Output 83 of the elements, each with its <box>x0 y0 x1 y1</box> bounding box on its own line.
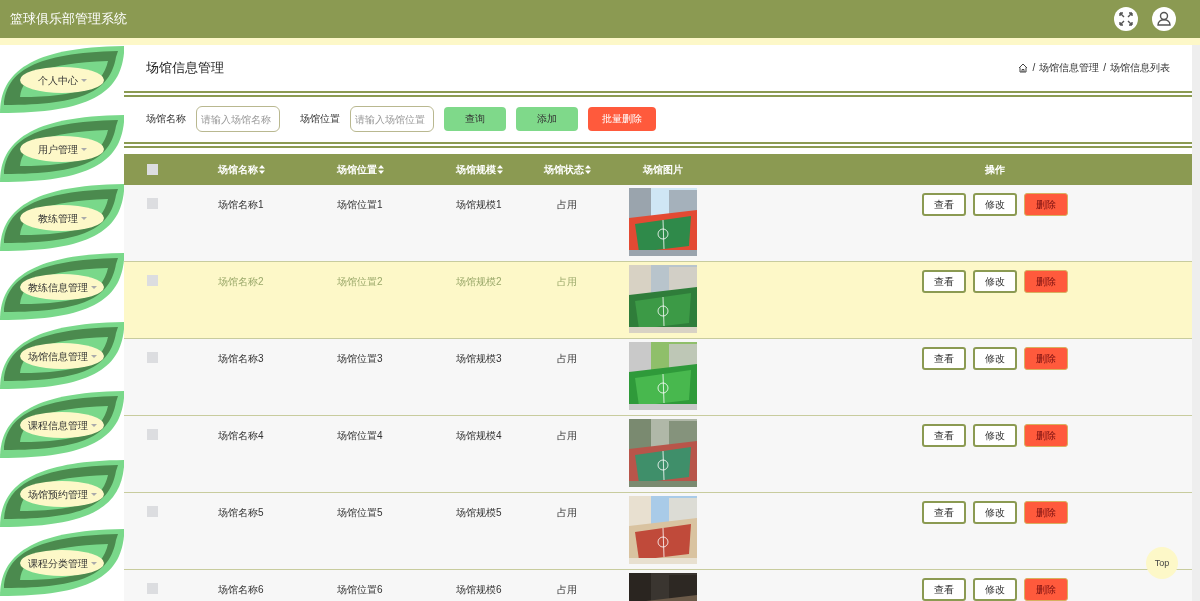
sort-icon[interactable] <box>378 165 384 174</box>
table-cell: 场馆规模3 <box>456 353 502 364</box>
table-cell: 占用 <box>557 584 577 595</box>
row-checkbox[interactable] <box>146 352 158 363</box>
sidebar-item[interactable]: 课程信息管理 <box>0 390 124 459</box>
row-action-button[interactable]: 删除 <box>1024 193 1068 216</box>
breadcrumb-separator: / <box>1103 62 1106 73</box>
sidebar-item[interactable]: 教练信息管理 <box>0 252 124 321</box>
row-action-button[interactable]: 查看 <box>922 270 966 293</box>
table-cell: 场馆位置3 <box>337 353 383 364</box>
field-label: 场馆名称 <box>146 112 186 126</box>
table-row[interactable]: 场馆名称1 场馆位置1 场馆规模1 占用 查看 修改 删除 <box>124 185 1192 262</box>
sidebar-item[interactable]: 个人中心 <box>0 45 124 114</box>
row-action-button[interactable]: 删除 <box>1024 501 1068 524</box>
search-button[interactable]: 查询 <box>444 107 506 131</box>
table-cell: 场馆名称3 <box>218 353 264 364</box>
sidebar-item[interactable]: 场馆信息管理 <box>0 321 124 390</box>
row-action-button[interactable]: 删除 <box>1024 424 1068 447</box>
page-title: 场馆信息管理 <box>146 58 224 77</box>
select-all-checkbox[interactable] <box>146 164 158 175</box>
row-action-button[interactable]: 修改 <box>973 347 1017 370</box>
column-header: 场馆图片 <box>643 162 683 177</box>
fullscreen-icon[interactable] <box>1114 7 1138 31</box>
table-row[interactable]: 场馆名称4 场馆位置4 场馆规模4 占用 查看 修改 删除 <box>124 416 1192 493</box>
breadcrumb-separator: / <box>1032 62 1036 73</box>
table-cell: 场馆规模6 <box>456 584 502 595</box>
row-action-button[interactable]: 查看 <box>922 424 966 447</box>
table-row[interactable]: 场馆名称6 场馆位置6 场馆规模6 占用 查看 修改 删除 <box>124 570 1192 601</box>
table-cell: 占用 <box>557 430 577 441</box>
table-row[interactable]: 场馆名称2 场馆位置2 场馆规模2 占用 查看 修改 删除 <box>124 262 1192 339</box>
table-cell: 场馆位置2 <box>337 276 383 287</box>
search-field[interactable]: 请输入场馆名称 <box>196 106 280 132</box>
table-cell: 场馆规模1 <box>456 199 502 210</box>
table-cell: 占用 <box>557 353 577 364</box>
table-cell: 场馆位置6 <box>337 584 383 595</box>
table-row[interactable]: 场馆名称3 场馆位置3 场馆规模3 占用 查看 修改 删除 <box>124 339 1192 416</box>
row-checkbox[interactable] <box>146 583 158 594</box>
row-action-button[interactable]: 修改 <box>973 270 1017 293</box>
sidebar-item[interactable]: 用户管理 <box>0 114 124 183</box>
row-action-button[interactable]: 修改 <box>973 501 1017 524</box>
row-action-button[interactable]: 修改 <box>973 578 1017 601</box>
table-cell: 场馆名称4 <box>218 430 264 441</box>
table-cell: 占用 <box>557 507 577 518</box>
sidebar-item[interactable]: 教练管理 <box>0 183 124 252</box>
row-action-button[interactable]: 查看 <box>922 501 966 524</box>
table-cell: 占用 <box>557 199 577 210</box>
table-cell: 场馆名称6 <box>218 584 264 595</box>
row-action-button[interactable]: 查看 <box>922 578 966 601</box>
search-field[interactable]: 请输入场馆位置 <box>350 106 434 132</box>
field-label: 场馆位置 <box>300 112 340 126</box>
row-action-button[interactable]: 删除 <box>1024 347 1068 370</box>
breadcrumb-item[interactable]: 场馆信息列表 <box>1110 60 1170 75</box>
row-action-button[interactable]: 修改 <box>973 424 1017 447</box>
table-cell: 占用 <box>557 276 577 287</box>
table-cell: 场馆位置1 <box>337 199 383 210</box>
search-button[interactable]: 添加 <box>516 107 578 131</box>
table-cell: 场馆名称5 <box>218 507 264 518</box>
row-checkbox[interactable] <box>146 198 158 209</box>
row-action-button[interactable]: 查看 <box>922 193 966 216</box>
row-checkbox[interactable] <box>146 506 158 517</box>
sort-icon[interactable] <box>584 165 591 174</box>
table-cell: 场馆规模5 <box>456 507 502 518</box>
table-cell: 场馆名称1 <box>218 199 264 210</box>
column-header: 操作 <box>985 162 1005 177</box>
row-action-button[interactable]: 修改 <box>973 193 1017 216</box>
sort-icon[interactable] <box>497 165 503 174</box>
row-checkbox[interactable] <box>146 275 158 286</box>
row-action-button[interactable]: 删除 <box>1024 578 1068 601</box>
user-icon[interactable] <box>1152 7 1176 31</box>
breadcrumb-item[interactable]: 场馆信息管理 <box>1039 60 1100 75</box>
row-checkbox[interactable] <box>146 429 158 440</box>
table-cell: 场馆位置5 <box>337 507 383 518</box>
table-cell: 场馆规模2 <box>456 276 502 287</box>
app-title: 篮球俱乐部管理系统 <box>10 10 127 28</box>
sidebar-item[interactable]: 场馆预约管理 <box>0 459 124 528</box>
row-action-button[interactable]: 查看 <box>922 347 966 370</box>
sort-icon[interactable] <box>259 165 265 174</box>
table-cell: 场馆名称2 <box>218 276 264 287</box>
home-icon[interactable] <box>1018 62 1029 73</box>
table-cell: 场馆规模4 <box>456 430 502 441</box>
sidebar-item[interactable]: 课程分类管理 <box>0 528 124 597</box>
table-cell: 场馆位置4 <box>337 430 383 441</box>
row-action-button[interactable]: 删除 <box>1024 270 1068 293</box>
